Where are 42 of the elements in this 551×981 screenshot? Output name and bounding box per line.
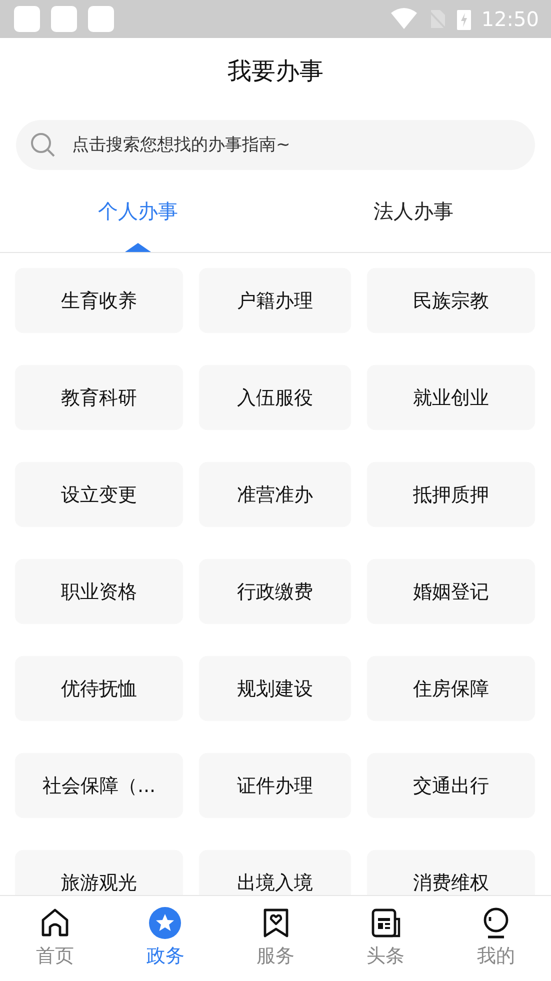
page-title: 我要办事: [226, 56, 324, 87]
service-tile[interactable]: 抵押质押: [367, 462, 535, 527]
battery-charging-icon: [457, 8, 472, 30]
service-tile[interactable]: 社会保障（...: [15, 753, 183, 818]
nav-label: 服务: [256, 944, 294, 969]
service-tile[interactable]: 教育科研: [15, 365, 183, 430]
service-tile[interactable]: 出境入境: [199, 850, 351, 895]
nav-tab[interactable]: 我的: [440, 896, 551, 981]
service-tile[interactable]: 设立变更: [15, 462, 183, 527]
service-tile[interactable]: 证件办理: [199, 753, 351, 818]
tab[interactable]: 个人办事: [0, 170, 276, 252]
nav-label: 头条: [366, 944, 405, 969]
nav-tab[interactable]: 头条: [330, 896, 441, 981]
nav-tab[interactable]: 服务: [220, 896, 331, 981]
service-tile[interactable]: 旅游观光: [15, 850, 183, 895]
service-tile[interactable]: 婚姻登记: [367, 559, 535, 624]
service-tile[interactable]: 就业创业: [367, 365, 535, 430]
search-icon: [30, 132, 56, 158]
nav-tab[interactable]: 政务: [110, 896, 220, 981]
nav-tab[interactable]: 首页: [0, 896, 110, 981]
notification-icon: [14, 6, 40, 32]
service-tile[interactable]: 职业资格: [15, 559, 183, 624]
service-tile[interactable]: 户籍办理: [199, 268, 351, 333]
service-tile[interactable]: 优待抚恤: [15, 656, 183, 721]
nav-label: 政务: [146, 944, 184, 969]
nav-label: 首页: [36, 944, 74, 969]
nav-label: 我的: [476, 944, 515, 969]
service-tile[interactable]: 准营准办: [199, 462, 351, 527]
service-tile[interactable]: 民族宗教: [367, 268, 535, 333]
wifi-icon: [391, 8, 418, 30]
notification-icon: [51, 6, 77, 32]
newspaper-icon: [370, 907, 402, 939]
service-tile[interactable]: 生育收养: [15, 268, 183, 333]
service-tile[interactable]: 住房保障: [367, 656, 535, 721]
notification-icon: [88, 6, 114, 32]
tab[interactable]: 法人办事: [276, 170, 551, 252]
service-tile[interactable]: 交通出行: [367, 753, 535, 818]
service-tile[interactable]: 规划建设: [199, 656, 351, 721]
search-field[interactable]: 点击搜索您想找的办事指南~: [16, 120, 535, 170]
service-tile[interactable]: 消费维权: [367, 850, 535, 895]
service-tile[interactable]: 行政缴费: [199, 559, 351, 624]
service-tile[interactable]: 入伍服役: [199, 365, 351, 430]
